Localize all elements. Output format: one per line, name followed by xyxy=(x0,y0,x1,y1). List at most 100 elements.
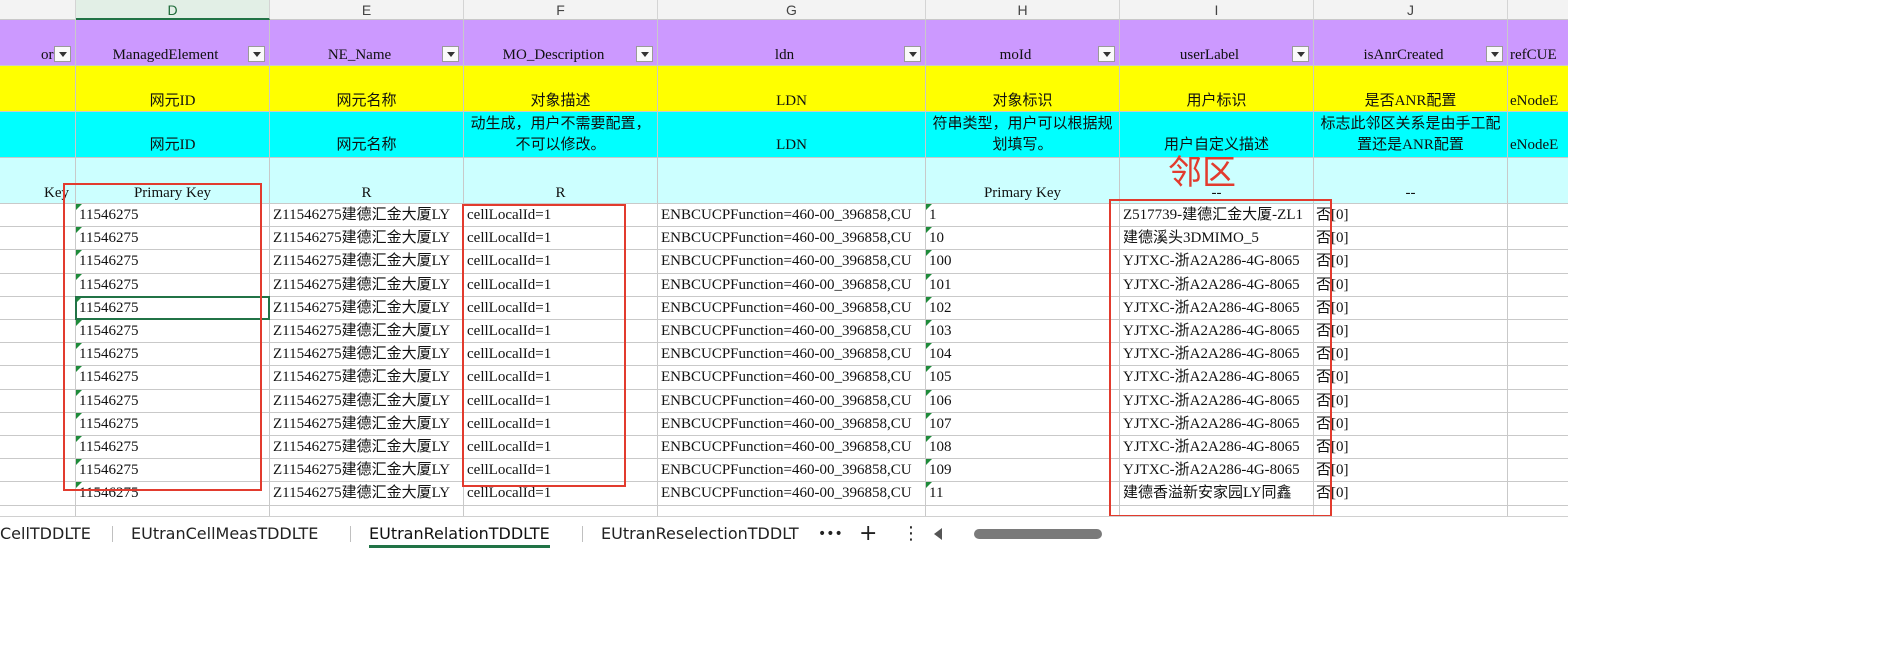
table-cell-c[interactable] xyxy=(0,459,76,483)
table-cell-e[interactable]: Z11546275建德汇金大厦LY xyxy=(270,366,464,390)
table-cell-i[interactable]: 建德溪头3DMIMO_5 xyxy=(1120,227,1314,251)
table-cell-k[interactable] xyxy=(1508,412,1568,436)
table-cell-e[interactable]: Z11546275建德汇金大厦LY xyxy=(270,459,464,483)
table-cell-j[interactable]: 否[0] xyxy=(1314,320,1508,344)
column-header-D[interactable]: D xyxy=(76,0,270,20)
field-name-cell-j[interactable]: isAnrCreated xyxy=(1314,20,1508,66)
table-cell-j[interactable]: 否[0] xyxy=(1314,482,1508,506)
key-flag-cell-k[interactable] xyxy=(1508,158,1568,204)
table-cell-c[interactable] xyxy=(0,227,76,251)
table-cell-d[interactable]: 11546275 xyxy=(76,296,270,320)
key-flag-cell-d[interactable]: Primary Key xyxy=(76,158,270,204)
table-cell-k[interactable] xyxy=(1508,459,1568,483)
filter-dropdown-icon[interactable] xyxy=(636,46,653,62)
column-header-H[interactable]: H xyxy=(926,0,1120,20)
table-cell-k[interactable] xyxy=(1508,273,1568,297)
key-flag-cell-e[interactable]: R xyxy=(270,158,464,204)
table-cell-d[interactable]: 11546275 xyxy=(76,482,270,506)
table-cell-h[interactable]: 105 xyxy=(926,366,1120,390)
filter-dropdown-icon[interactable] xyxy=(1486,46,1503,62)
table-cell-g[interactable]: ENBCUCPFunction=460-00_396858,CU xyxy=(658,343,926,367)
filter-dropdown-icon[interactable] xyxy=(1292,46,1309,62)
table-cell-d[interactable]: 11546275 xyxy=(76,273,270,297)
chinese-name-cell-f[interactable]: 对象描述 xyxy=(464,66,658,112)
table-cell-c[interactable] xyxy=(0,389,76,413)
description-cell-j[interactable]: 标志此邻区关系是由手工配置还是ANR配置 xyxy=(1314,112,1508,158)
table-cell-k[interactable] xyxy=(1508,227,1568,251)
chinese-name-cell-k[interactable]: eNodeE xyxy=(1508,66,1568,112)
chinese-name-cell-c[interactable] xyxy=(0,66,76,112)
table-cell-f[interactable]: cellLocalId=1 xyxy=(464,204,658,228)
column-header-E[interactable]: E xyxy=(270,0,464,20)
chinese-name-cell-g[interactable]: LDN xyxy=(658,66,926,112)
table-cell-f[interactable] xyxy=(464,505,658,516)
sheet-tab-eutrancellmeastddlte[interactable]: EUtranCellMeasTDDLTE xyxy=(131,517,318,551)
table-cell-h[interactable]: 106 xyxy=(926,389,1120,413)
table-cell-h[interactable]: 10 xyxy=(926,227,1120,251)
table-cell-k[interactable] xyxy=(1508,296,1568,320)
description-cell-d[interactable]: 网元ID xyxy=(76,112,270,158)
table-cell-d[interactable]: 11546275 xyxy=(76,436,270,460)
table-cell-d[interactable]: 11546275 xyxy=(76,227,270,251)
sheet-menu-button[interactable]: ⋮ xyxy=(902,517,920,551)
table-cell-k[interactable] xyxy=(1508,505,1568,516)
table-cell-e[interactable]: Z11546275建德汇金大厦LY xyxy=(270,250,464,274)
table-cell-h[interactable]: 107 xyxy=(926,412,1120,436)
description-cell-g[interactable]: LDN xyxy=(658,112,926,158)
table-cell-c[interactable] xyxy=(0,273,76,297)
table-cell-d[interactable]: 11546275 xyxy=(76,366,270,390)
table-cell-k[interactable] xyxy=(1508,204,1568,228)
table-cell-i[interactable]: YJTXC-浙A2A286-4G-8065 xyxy=(1120,366,1314,390)
table-cell-f[interactable]: cellLocalId=1 xyxy=(464,320,658,344)
table-cell-g[interactable]: ENBCUCPFunction=460-00_396858,CU xyxy=(658,366,926,390)
table-cell-e[interactable]: Z11546275建德汇金大厦LY xyxy=(270,204,464,228)
table-cell-j[interactable]: 否[0] xyxy=(1314,296,1508,320)
field-name-cell-h[interactable]: moId xyxy=(926,20,1120,66)
description-cell-e[interactable]: 网元名称 xyxy=(270,112,464,158)
key-flag-cell-f[interactable]: R xyxy=(464,158,658,204)
column-header-c[interactable] xyxy=(0,0,76,20)
table-cell-e[interactable]: Z11546275建德汇金大厦LY xyxy=(270,273,464,297)
table-cell-i[interactable]: YJTXC-浙A2A286-4G-8065 xyxy=(1120,459,1314,483)
table-cell-i[interactable]: Z517739-建德汇金大厦-ZL1 xyxy=(1120,204,1314,228)
table-cell-j[interactable]: 否[0] xyxy=(1314,204,1508,228)
table-cell-g[interactable]: ENBCUCPFunction=460-00_396858,CU xyxy=(658,320,926,344)
table-cell-j[interactable]: 否[0] xyxy=(1314,459,1508,483)
table-cell-j[interactable]: 否[0] xyxy=(1314,436,1508,460)
table-cell-j[interactable]: 否[0] xyxy=(1314,273,1508,297)
table-cell-h[interactable]: 103 xyxy=(926,320,1120,344)
field-name-cell-f[interactable]: MO_Description xyxy=(464,20,658,66)
table-cell-g[interactable]: ENBCUCPFunction=460-00_396858,CU xyxy=(658,250,926,274)
table-cell-c[interactable] xyxy=(0,296,76,320)
field-name-cell-g[interactable]: ldn xyxy=(658,20,926,66)
table-cell-i[interactable]: YJTXC-浙A2A286-4G-8065 xyxy=(1120,320,1314,344)
key-flag-cell-h[interactable]: Primary Key xyxy=(926,158,1120,204)
table-cell-e[interactable]: Z11546275建德汇金大厦LY xyxy=(270,412,464,436)
table-cell-k[interactable] xyxy=(1508,250,1568,274)
table-cell-f[interactable]: cellLocalId=1 xyxy=(464,389,658,413)
key-flag-cell-g[interactable] xyxy=(658,158,926,204)
table-cell-d[interactable]: 11546275 xyxy=(76,389,270,413)
table-cell-h[interactable]: 109 xyxy=(926,459,1120,483)
spreadsheet-grid[interactable]: D E F G H I Jork ManagedElement NE_Name MO_Descri… xyxy=(0,0,1568,516)
scroll-left-arrow-icon[interactable] xyxy=(934,528,942,540)
field-name-cell-e[interactable]: NE_Name xyxy=(270,20,464,66)
table-cell-f[interactable]: cellLocalId=1 xyxy=(464,273,658,297)
table-cell-i[interactable]: YJTXC-浙A2A286-4G-8065 xyxy=(1120,343,1314,367)
description-cell-c[interactable] xyxy=(0,112,76,158)
column-header-F[interactable]: F xyxy=(464,0,658,20)
table-cell-f[interactable]: cellLocalId=1 xyxy=(464,343,658,367)
table-cell-j[interactable]: 否[0] xyxy=(1314,343,1508,367)
table-cell-h[interactable]: 102 xyxy=(926,296,1120,320)
chinese-name-cell-d[interactable]: 网元ID xyxy=(76,66,270,112)
field-name-cell-k[interactable]: refCUE xyxy=(1508,20,1568,66)
table-cell-c[interactable] xyxy=(0,412,76,436)
table-cell-f[interactable]: cellLocalId=1 xyxy=(464,296,658,320)
description-cell-f[interactable]: 动生成，用户不需要配置，不可以修改。 xyxy=(464,112,658,158)
add-sheet-button[interactable]: + xyxy=(859,517,877,551)
table-cell-e[interactable]: Z11546275建德汇金大厦LY xyxy=(270,343,464,367)
table-cell-c[interactable] xyxy=(0,482,76,506)
table-cell-c[interactable] xyxy=(0,436,76,460)
table-cell-f[interactable]: cellLocalId=1 xyxy=(464,482,658,506)
table-cell-c[interactable] xyxy=(0,343,76,367)
